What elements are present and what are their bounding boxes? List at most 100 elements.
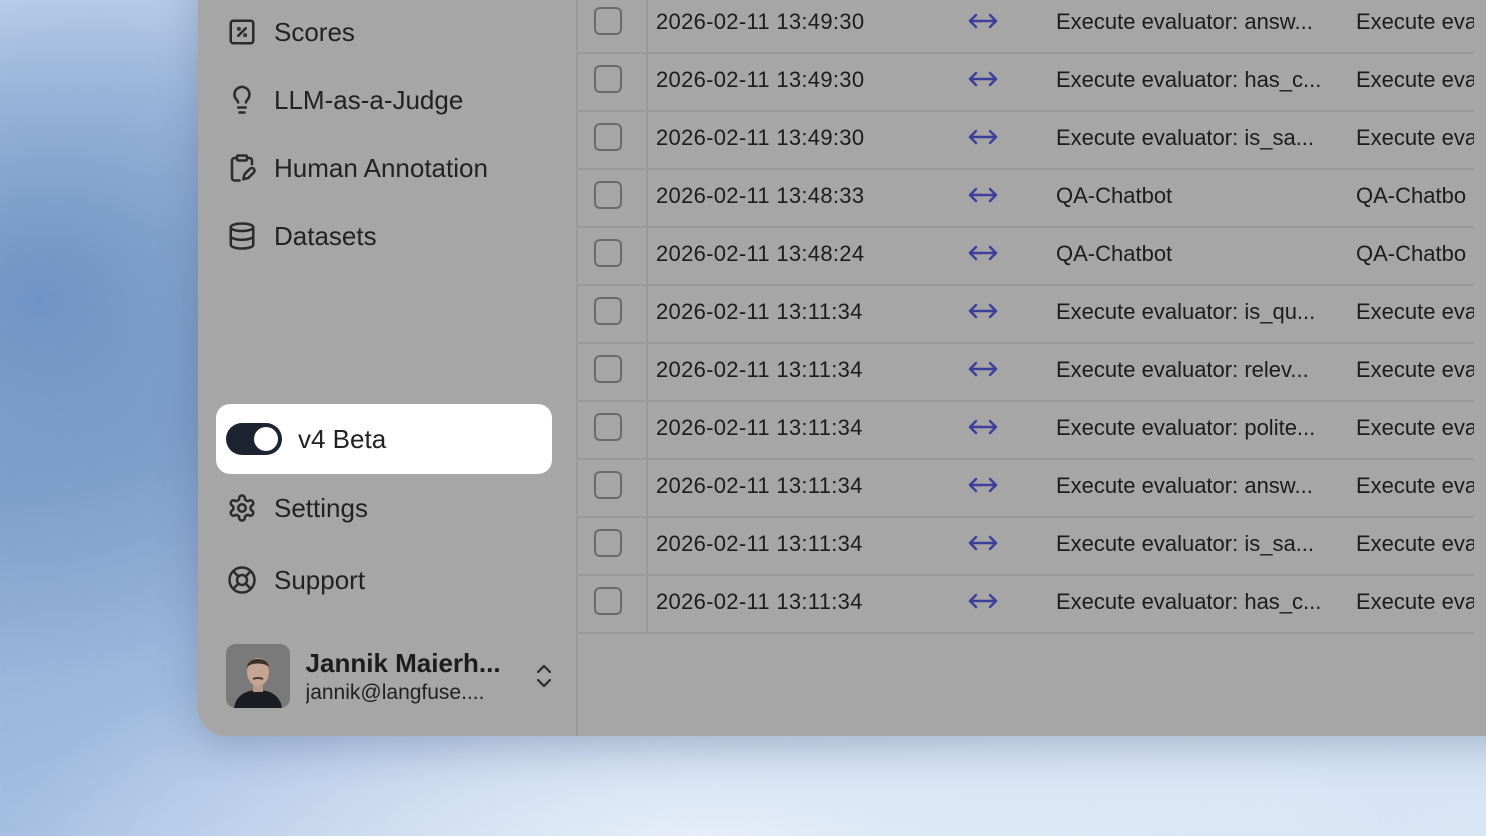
trace-name-cell-2: Execute eva	[1356, 299, 1474, 324]
row-checkbox[interactable]	[594, 355, 622, 383]
row-checkbox[interactable]	[594, 529, 622, 557]
timestamp-cell: 2026-02-11 13:11:34	[656, 299, 863, 324]
life-buoy-icon	[226, 564, 258, 596]
expand-arrows-icon[interactable]	[966, 296, 1000, 326]
user-email: jannik@langfuse....	[305, 680, 485, 704]
row-checkbox[interactable]	[594, 181, 622, 209]
trace-name-cell-2: Execute eva	[1356, 589, 1474, 614]
checkbox-cell	[578, 574, 648, 632]
row-checkbox[interactable]	[594, 65, 622, 93]
beta-toggle-switch[interactable]	[226, 423, 282, 455]
trace-name-cell: Execute evaluator: polite...	[1056, 415, 1316, 440]
trace-name-cell: Execute evaluator: answ...	[1056, 9, 1313, 34]
table-row[interactable]: 2026-02-11 13:49:30 Execute evaluator: an…	[578, 0, 1474, 54]
sidebar-item-llm-as-a-judge[interactable]: LLM-as-a-Judge	[226, 76, 463, 124]
chevrons-up-down-icon[interactable]	[532, 660, 556, 692]
table-row[interactable]: 2026-02-11 13:48:33 QA-Chatbot QA-Chatbo	[578, 168, 1474, 228]
table-row[interactable]: 2026-02-11 13:11:34 Execute evaluator: ha…	[578, 574, 1474, 634]
sidebar-item-label: Support	[274, 564, 366, 595]
sidebar-item-support[interactable]: Support	[226, 556, 365, 604]
expand-arrows-icon[interactable]	[966, 586, 1000, 616]
database-icon	[226, 220, 258, 252]
expand-arrows-icon[interactable]	[966, 354, 1000, 384]
gear-icon	[226, 492, 258, 524]
table-row[interactable]: 2026-02-11 13:11:34 Execute evaluator: re…	[578, 342, 1474, 402]
trace-name-cell-2: Execute eva	[1356, 125, 1474, 150]
sidebar-item-human-annotation[interactable]: Human Annotation	[226, 144, 488, 192]
checkbox-cell	[578, 458, 648, 516]
scores-icon	[226, 16, 258, 48]
trace-name-cell: Execute evaluator: has_c...	[1056, 67, 1322, 92]
sidebar-item-datasets[interactable]: Datasets	[226, 212, 377, 260]
trace-name-cell-2: Execute eva	[1356, 357, 1474, 382]
row-checkbox[interactable]	[594, 123, 622, 151]
beta-toggle-label: v4 Beta	[298, 423, 387, 454]
expand-arrows-icon[interactable]	[966, 64, 1000, 94]
beta-toggle-card[interactable]: v4 Beta	[216, 404, 552, 474]
timestamp-cell: 2026-02-11 13:49:30	[656, 9, 865, 34]
expand-arrows-icon[interactable]	[966, 180, 1000, 210]
trace-name-cell: Execute evaluator: is_sa...	[1056, 125, 1315, 150]
trace-name-cell-2: QA-Chatbo	[1356, 183, 1467, 208]
sidebar-item-scores[interactable]: Scores	[226, 8, 355, 56]
expand-arrows-icon[interactable]	[966, 6, 1000, 36]
checkbox-cell	[578, 226, 648, 284]
row-checkbox[interactable]	[594, 587, 622, 615]
trace-name-cell-2: Execute eva	[1356, 9, 1474, 34]
sidebar-item-label: Datasets	[274, 220, 377, 251]
toggle-knob	[254, 427, 278, 451]
checkbox-cell	[578, 52, 648, 110]
trace-name-cell-2: Execute eva	[1356, 67, 1474, 92]
expand-arrows-icon[interactable]	[966, 122, 1000, 152]
trace-name-cell-2: Execute eva	[1356, 473, 1474, 498]
row-checkbox[interactable]	[594, 471, 622, 499]
table-row[interactable]: 2026-02-11 13:11:34 Execute evaluator: is…	[578, 284, 1474, 344]
timestamp-cell: 2026-02-11 13:48:24	[656, 241, 865, 266]
checkbox-cell	[578, 342, 648, 400]
trace-name-cell: Execute evaluator: relev...	[1056, 357, 1309, 382]
user-menu[interactable]: Jannik Maierh... jannik@langfuse....	[226, 644, 556, 708]
checkbox-cell	[578, 516, 648, 574]
checkbox-cell	[578, 0, 648, 52]
timestamp-cell: 2026-02-11 13:48:33	[656, 183, 865, 208]
clipboard-pen-icon	[226, 152, 258, 184]
timestamp-cell: 2026-02-11 13:49:30	[656, 67, 865, 92]
checkbox-cell	[578, 110, 648, 168]
timestamp-cell: 2026-02-11 13:11:34	[656, 531, 863, 556]
timestamp-cell: 2026-02-11 13:11:34	[656, 415, 863, 440]
trace-name-cell: QA-Chatbot	[1056, 183, 1173, 208]
sidebar: Scores LLM-as-a-Judge Human Annotation D…	[198, 0, 578, 736]
expand-arrows-icon[interactable]	[966, 528, 1000, 558]
row-checkbox[interactable]	[594, 239, 622, 267]
row-checkbox[interactable]	[594, 297, 622, 325]
table-row[interactable]: 2026-02-11 13:11:34 Execute evaluator: is…	[578, 516, 1474, 576]
sidebar-item-label: Scores	[274, 16, 355, 47]
trace-name-cell: QA-Chatbot	[1056, 241, 1173, 266]
row-checkbox[interactable]	[594, 7, 622, 35]
timestamp-cell: 2026-02-11 13:11:34	[656, 473, 863, 498]
expand-arrows-icon[interactable]	[966, 238, 1000, 268]
sidebar-item-label: Human Annotation	[274, 152, 488, 183]
timestamp-cell: 2026-02-11 13:11:34	[656, 357, 863, 382]
trace-name-cell: Execute evaluator: is_sa...	[1056, 531, 1315, 556]
trace-name-cell-2: QA-Chatbo	[1356, 241, 1467, 266]
timestamp-cell: 2026-02-11 13:49:30	[656, 125, 865, 150]
table-row[interactable]: 2026-02-11 13:48:24 QA-Chatbot QA-Chatbo	[578, 226, 1474, 286]
lightbulb-icon	[226, 84, 258, 116]
trace-name-cell-2: Execute eva	[1356, 415, 1474, 440]
table-row[interactable]: 2026-02-11 13:49:30 Execute evaluator: is…	[578, 110, 1474, 170]
sidebar-item-settings[interactable]: Settings	[226, 484, 368, 532]
checkbox-cell	[578, 168, 648, 226]
table-row[interactable]: 2026-02-11 13:49:30 Execute evaluator: ha…	[578, 52, 1474, 112]
trace-name-cell: Execute evaluator: answ...	[1056, 473, 1313, 498]
expand-arrows-icon[interactable]	[966, 412, 1000, 442]
trace-name-cell: Execute evaluator: is_qu...	[1056, 299, 1316, 324]
table-row[interactable]: 2026-02-11 13:11:34 Execute evaluator: an…	[578, 458, 1474, 518]
sidebar-item-label: Settings	[274, 492, 368, 523]
avatar	[226, 644, 290, 708]
app-window: Scores LLM-as-a-Judge Human Annotation D…	[198, 0, 1486, 736]
user-name: Jannik Maierh...	[305, 647, 501, 678]
row-checkbox[interactable]	[594, 413, 622, 441]
table-row[interactable]: 2026-02-11 13:11:34 Execute evaluator: po…	[578, 400, 1474, 460]
expand-arrows-icon[interactable]	[966, 470, 1000, 500]
